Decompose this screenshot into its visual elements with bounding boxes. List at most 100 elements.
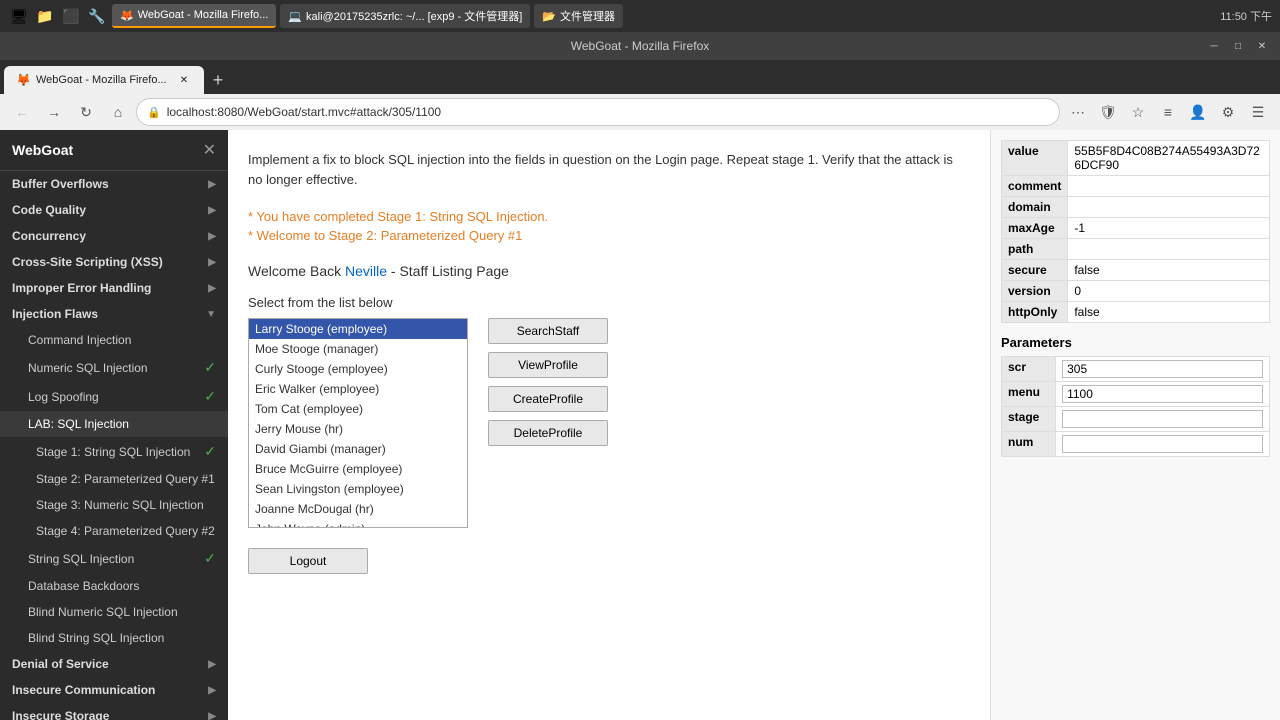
home-button[interactable]: ⌂: [104, 98, 132, 126]
sidebar-label-insecure-storage: Insecure Storage: [12, 709, 109, 720]
cookie-val: 0: [1068, 281, 1270, 302]
taskbar-app-icon-3[interactable]: ⬛: [60, 5, 82, 27]
sidebar-item-dos[interactable]: Denial of Service ▶: [0, 651, 228, 677]
view-profile-button[interactable]: ViewProfile: [488, 352, 608, 378]
sidebar-item-log-spoofing[interactable]: Log Spoofing ✓: [0, 382, 228, 411]
sidebar-item-lab-sql[interactable]: LAB: SQL Injection: [0, 411, 228, 437]
staff-list-item-7[interactable]: Bruce McGuirre (employee): [249, 459, 467, 479]
param-input[interactable]: [1062, 435, 1263, 453]
reload-button[interactable]: ↻: [72, 98, 100, 126]
chevron-right-icon-5: ▶: [208, 283, 216, 294]
staff-list-item-0[interactable]: Larry Stooge (employee): [249, 319, 467, 339]
menu-button[interactable]: ☰: [1244, 98, 1272, 126]
active-tab[interactable]: 🦊 WebGoat - Mozilla Firefo... ✕: [4, 66, 204, 94]
close-button[interactable]: ✕: [1252, 36, 1272, 56]
cookie-val: -1: [1068, 218, 1270, 239]
cookie-key: comment: [1002, 176, 1068, 197]
sidebar-item-insecure-comm[interactable]: Insecure Communication ▶: [0, 677, 228, 703]
taskbar-app-icon-1[interactable]: 🖥: [8, 5, 30, 27]
sidebar-item-string-sql[interactable]: String SQL Injection ✓: [0, 544, 228, 573]
sidebar-item-buffer-overflows[interactable]: Buffer Overflows ▶: [0, 171, 228, 197]
cookie-key: path: [1002, 239, 1068, 260]
param-input[interactable]: [1062, 410, 1263, 428]
sidebar-label-xss: Cross-Site Scripting (XSS): [12, 255, 163, 269]
taskbar-terminal[interactable]: 💻 kali@20175235zrlc: ~/... [exp9 - 文件管理器…: [280, 4, 530, 28]
staff-list-item-2[interactable]: Curly Stooge (employee): [249, 359, 467, 379]
staff-list-item-8[interactable]: Sean Livingston (employee): [249, 479, 467, 499]
logout-button[interactable]: Logout: [248, 548, 368, 574]
taskbar: 🖥 📁 ⬛ 🔧 🦊 WebGoat - Mozilla Firefo... 💻 …: [0, 0, 1280, 32]
taskbar-left: 🖥 📁 ⬛ 🔧 🦊 WebGoat - Mozilla Firefo... 💻 …: [8, 4, 623, 28]
sidebar-item-xss[interactable]: Cross-Site Scripting (XSS) ▶: [0, 249, 228, 275]
staff-list-item-6[interactable]: David Giambi (manager): [249, 439, 467, 459]
taskbar-firefox[interactable]: 🦊 WebGoat - Mozilla Firefo...: [112, 4, 276, 28]
check-icon-log-spoofing: ✓: [204, 388, 216, 405]
sidebar-item-blind-numeric[interactable]: Blind Numeric SQL Injection: [0, 599, 228, 625]
sidebar-item-stage4[interactable]: Stage 4: Parameterized Query #2: [0, 518, 228, 544]
sidebar-item-numeric-sql[interactable]: Numeric SQL Injection ✓: [0, 353, 228, 382]
back-button[interactable]: ←: [8, 98, 36, 126]
sidebar-item-command-injection[interactable]: Command Injection: [0, 327, 228, 353]
welcome-suffix: - Staff Listing Page: [391, 263, 509, 279]
new-tab-button[interactable]: +: [204, 66, 232, 94]
sidebar-item-stage2[interactable]: Stage 2: Parameterized Query #1: [0, 466, 228, 492]
minimize-button[interactable]: ─: [1204, 36, 1224, 56]
cookie-val: 55B5F8D4C08B274A55493A3D726DCF90: [1068, 141, 1270, 176]
sidebar-item-injection-flaws[interactable]: Injection Flaws ▼: [0, 301, 228, 327]
param-input[interactable]: [1062, 360, 1263, 378]
sidebar-item-db-backdoors[interactable]: Database Backdoors: [0, 573, 228, 599]
delete-profile-button[interactable]: DeleteProfile: [488, 420, 608, 446]
param-val[interactable]: [1056, 382, 1270, 407]
maximize-button[interactable]: □: [1228, 36, 1248, 56]
sidebar-close-button[interactable]: ✕: [203, 140, 216, 160]
account-button[interactable]: 👤: [1184, 98, 1212, 126]
param-input[interactable]: [1062, 385, 1263, 403]
staff-list-item-5[interactable]: Jerry Mouse (hr): [249, 419, 467, 439]
params-table: scrmenustagenum: [1001, 356, 1270, 457]
sidebar-label-injection-flaws: Injection Flaws: [12, 307, 98, 321]
staff-list-item-1[interactable]: Moe Stooge (manager): [249, 339, 467, 359]
sidebar-label-numeric-sql: Numeric SQL Injection: [28, 361, 148, 375]
shield-button[interactable]: 🛡: [1094, 98, 1122, 126]
welcome-user-link[interactable]: Neville: [345, 263, 387, 279]
toolbar-actions: ⋯ 🛡 ☆ ≡ 👤 ⚙ ☰: [1064, 98, 1272, 126]
param-val[interactable]: [1056, 407, 1270, 432]
taskbar-app-icon-2[interactable]: 📁: [34, 5, 56, 27]
staff-list[interactable]: Larry Stooge (employee) Moe Stooge (mana…: [248, 318, 468, 528]
tab-favicon: 🦊: [16, 73, 30, 87]
forward-button[interactable]: →: [40, 98, 68, 126]
sidebar-label-log-spoofing: Log Spoofing: [28, 390, 99, 404]
url-bar[interactable]: 🔒 localhost:8080/WebGoat/start.mvc#attac…: [136, 98, 1060, 126]
sidebar-item-blind-string[interactable]: Blind String SQL Injection: [0, 625, 228, 651]
sidebar-item-concurrency[interactable]: Concurrency ▶: [0, 223, 228, 249]
sidebar-item-improper-error[interactable]: Improper Error Handling ▶: [0, 275, 228, 301]
bookmark-button[interactable]: ☆: [1124, 98, 1152, 126]
sidebar-item-stage1[interactable]: Stage 1: String SQL Injection ✓: [0, 437, 228, 466]
staff-list-item-9[interactable]: Joanne McDougal (hr): [249, 499, 467, 519]
param-key: num: [1002, 432, 1056, 457]
chevron-right-icon-2: ▶: [208, 205, 216, 216]
sidebar-label-stage4: Stage 4: Parameterized Query #2: [36, 524, 215, 538]
staff-list-item-10[interactable]: John Wayne (admin): [249, 519, 467, 528]
chevron-right-icon-7: ▶: [208, 685, 216, 696]
firefox-icon: 🦊: [120, 9, 134, 22]
taskbar-filemanager[interactable]: 📂 文件管理器: [534, 4, 623, 28]
staff-list-item-3[interactable]: Eric Walker (employee): [249, 379, 467, 399]
search-staff-button[interactable]: SearchStaff: [488, 318, 608, 344]
create-profile-button[interactable]: CreateProfile: [488, 386, 608, 412]
staff-list-item-4[interactable]: Tom Cat (employee): [249, 399, 467, 419]
check-icon-string-sql: ✓: [204, 550, 216, 567]
params-title: Parameters: [1001, 335, 1270, 350]
param-val[interactable]: [1056, 357, 1270, 382]
browser-content: WebGoat ✕ Buffer Overflows ▶ Code Qualit…: [0, 130, 1280, 720]
sidebar-item-stage3[interactable]: Stage 3: Numeric SQL Injection: [0, 492, 228, 518]
param-val[interactable]: [1056, 432, 1270, 457]
taskbar-app-icon-4[interactable]: 🔧: [86, 5, 108, 27]
sidebar-item-code-quality[interactable]: Code Quality ▶: [0, 197, 228, 223]
tab-close-button[interactable]: ✕: [176, 72, 192, 88]
reader-view-button[interactable]: ≡: [1154, 98, 1182, 126]
browser-title: WebGoat - Mozilla Firefox: [571, 39, 710, 53]
sidebar-item-insecure-storage[interactable]: Insecure Storage ▶: [0, 703, 228, 720]
more-tools-button[interactable]: ⋯: [1064, 98, 1092, 126]
settings-button[interactable]: ⚙: [1214, 98, 1242, 126]
